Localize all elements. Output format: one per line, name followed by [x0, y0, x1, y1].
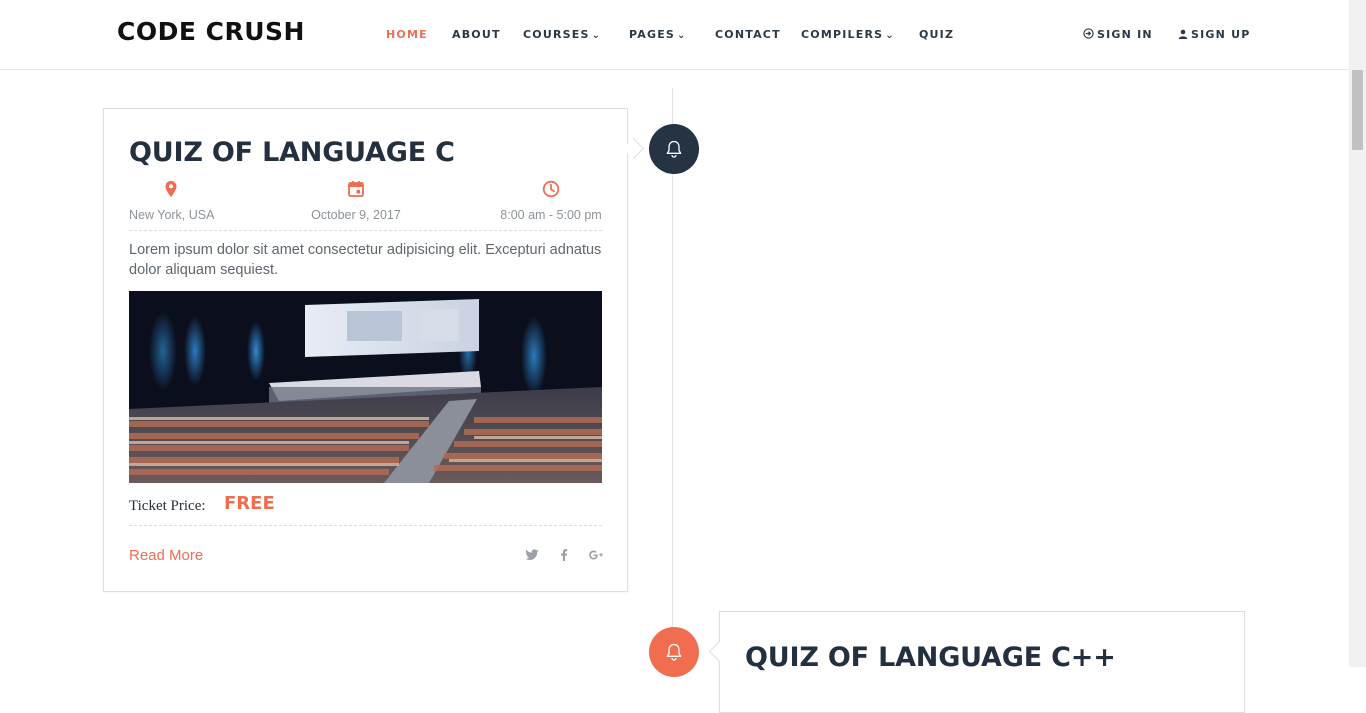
nav-pages[interactable]: PAGES ⌄ — [629, 28, 687, 41]
card-pointer — [708, 640, 731, 663]
event-title[interactable]: QUIZ OF LANGUAGE C — [129, 137, 455, 168]
sign-in-link[interactable]: SIGN IN — [1083, 28, 1153, 41]
page-scrollbar[interactable] — [1349, 0, 1366, 667]
conference-hall-image — [129, 291, 602, 483]
nav-pages-label: PAGES — [629, 28, 676, 41]
event-card: QUIZ OF LANGUAGE C New York, USA October… — [103, 108, 645, 592]
nav-about[interactable]: ABOUT — [452, 28, 501, 41]
event-date-text: October 9, 2017 — [311, 208, 401, 222]
event-time-text: 8:00 am - 5:00 pm — [500, 208, 602, 222]
event-location-text: New York, USA — [129, 208, 215, 222]
ticket-price-value: FREE — [224, 493, 275, 514]
read-more-link[interactable]: Read More — [129, 547, 203, 564]
nav-courses[interactable]: COURSES ⌄ — [523, 28, 601, 41]
chevron-down-icon: ⌄ — [591, 30, 602, 41]
event-card: QUIZ OF LANGUAGE C++ — [708, 611, 1245, 713]
timeline-bell-marker — [649, 124, 699, 174]
sign-up-label: SIGN UP — [1191, 28, 1251, 41]
event-title[interactable]: QUIZ OF LANGUAGE C++ — [745, 642, 1116, 673]
ticket-price-label: Ticket Price: — [129, 498, 206, 514]
user-icon — [1178, 29, 1188, 39]
scrollbar-thumb[interactable] — [1352, 70, 1363, 150]
event-photo[interactable] — [129, 291, 602, 483]
event-location: New York, USA — [129, 179, 215, 223]
sign-in-label: SIGN IN — [1097, 28, 1153, 41]
divider — [129, 525, 602, 526]
chevron-down-icon: ⌄ — [677, 30, 687, 41]
divider — [129, 230, 602, 231]
calendar-icon — [348, 181, 364, 197]
nav-quiz[interactable]: QUIZ — [919, 28, 954, 41]
nav-courses-label: COURSES — [523, 28, 590, 41]
google-plus-icon[interactable] — [588, 549, 604, 563]
nav-home[interactable]: HOME — [386, 28, 428, 41]
facebook-icon[interactable] — [556, 549, 572, 563]
twitter-icon[interactable] — [524, 549, 540, 563]
sign-in-icon — [1083, 28, 1094, 39]
event-description: Lorem ipsum dolor sit amet consectetur a… — [129, 242, 602, 278]
timeline-line — [672, 88, 673, 667]
bell-icon — [666, 643, 682, 661]
nav-compilers-label: COMPILERS — [801, 28, 884, 41]
clock-icon — [542, 180, 560, 198]
site-logo[interactable]: CODE CRUSH — [117, 17, 305, 46]
bell-icon — [666, 140, 682, 158]
event-date: October 9, 2017 — [311, 179, 401, 223]
card-pointer — [622, 137, 645, 160]
sign-up-link[interactable]: SIGN UP — [1178, 28, 1250, 41]
event-time: 8:00 am - 5:00 pm — [498, 179, 604, 223]
chevron-down-icon: ⌄ — [885, 30, 895, 41]
timeline-bell-marker — [649, 627, 699, 677]
site-header: CODE CRUSH HOME ABOUT COURSES ⌄ PAGES ⌄ CO… — [0, 0, 1349, 70]
location-pin-icon — [165, 181, 177, 197]
nav-contact[interactable]: CONTACT — [715, 28, 781, 41]
nav-compilers[interactable]: COMPILERS ⌄ — [801, 28, 895, 41]
